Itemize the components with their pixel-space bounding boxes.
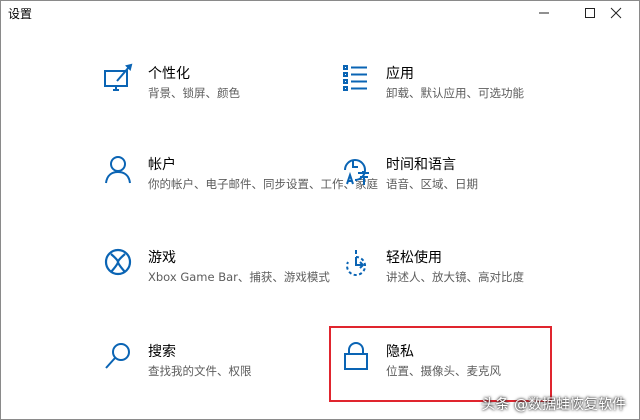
close-icon: [610, 7, 622, 19]
tile-accounts[interactable]: 帐户 你的帐户、电子邮件、同步设置、工作、家庭: [103, 154, 378, 216]
time-language-icon: [341, 154, 375, 188]
tile-description: 背景、锁屏、颜色: [148, 86, 240, 100]
tile-search[interactable]: 搜索 查找我的文件、权限: [103, 341, 313, 403]
tile-label: 隐私: [386, 344, 414, 360]
tile-description: 查找我的文件、权限: [148, 364, 252, 378]
tile-label: 搜索: [148, 344, 176, 360]
tile-description: 卸载、默认应用、可选功能: [386, 86, 524, 100]
apps-icon: [341, 63, 375, 97]
ease-of-access-icon: [341, 247, 375, 281]
minimize-icon: [539, 12, 549, 14]
tile-time-language[interactable]: 时间和语言 语音、区域、日期: [341, 154, 551, 216]
tile-label: 个性化: [148, 66, 190, 82]
tile-gaming[interactable]: 游戏 Xbox Game Bar、捕获、游戏模式: [103, 247, 330, 309]
minimize-button[interactable]: [521, 1, 567, 25]
accounts-icon: [103, 154, 137, 188]
tile-apps[interactable]: 应用 卸载、默认应用、可选功能: [341, 63, 551, 125]
tile-label: 游戏: [148, 250, 176, 266]
tile-description: Xbox Game Bar、捕获、游戏模式: [148, 270, 330, 284]
window-title: 设置: [8, 7, 33, 21]
tile-description: 讲述人、放大镜、高对比度: [386, 270, 524, 284]
close-button[interactable]: [593, 1, 639, 25]
tile-description: 位置、摄像头、麦克风: [386, 364, 501, 378]
tile-description: 语音、区域、日期: [386, 177, 478, 191]
tile-ease-of-access[interactable]: 轻松使用 讲述人、放大镜、高对比度: [341, 247, 551, 309]
tile-label: 时间和语言: [386, 157, 456, 173]
tile-label: 应用: [386, 66, 414, 82]
personalization-icon: [103, 63, 137, 97]
privacy-lock-icon: [341, 341, 375, 375]
tile-label: 轻松使用: [386, 250, 442, 266]
title-bar: 设置: [1, 1, 639, 25]
tile-label: 帐户: [148, 157, 176, 173]
watermark: 头条 @数据蛙恢复软件: [481, 397, 626, 413]
tile-description: 你的帐户、电子邮件、同步设置、工作、家庭: [148, 177, 378, 191]
gaming-icon: [103, 247, 137, 281]
tile-personalization[interactable]: 个性化 背景、锁屏、颜色: [103, 63, 313, 125]
settings-window: 设置 个性化 背景、锁屏、颜色 应用 卸载、默认应用、可选功能 帐户 你的帐户、…: [0, 0, 640, 420]
search-icon: [103, 341, 137, 375]
